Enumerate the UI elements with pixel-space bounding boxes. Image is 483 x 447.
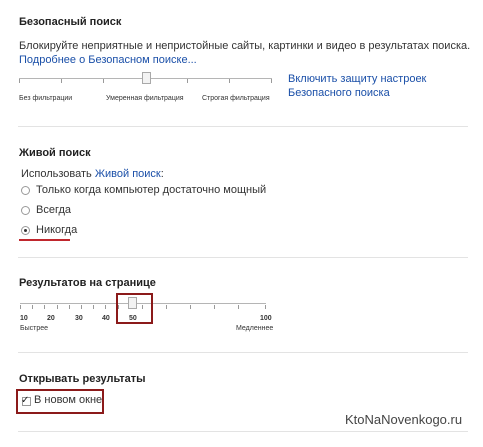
slider-tick (69, 305, 70, 309)
slider-tick (32, 305, 33, 309)
slider-tick (105, 305, 106, 309)
new-window-label[interactable]: В новом окне (34, 394, 102, 406)
divider (18, 431, 468, 432)
slider-tick (81, 305, 82, 309)
slider-tick (190, 305, 191, 309)
slider-tick (166, 305, 167, 309)
radio-never[interactable] (21, 226, 30, 235)
highlight-underline (19, 239, 70, 241)
slider-tick (229, 79, 230, 83)
slider-tick (19, 79, 20, 83)
value-20: 20 (47, 315, 55, 322)
results-per-page-heading: Результатов на странице (19, 277, 156, 289)
safe-search-more-link[interactable]: Подробнее о Безопасном поиске... (19, 54, 197, 66)
radio-label-never[interactable]: Никогда (36, 224, 77, 236)
level-label-none: Без фильтрации (19, 95, 73, 102)
slider-tick (187, 79, 188, 83)
slider-tick (61, 79, 62, 83)
lock-settings-link-line2[interactable]: Безопасного поиска (288, 87, 390, 99)
slider-tick (44, 305, 45, 309)
safe-search-heading: Безопасный поиск (19, 16, 122, 28)
slider-tick (214, 305, 215, 309)
slider-tick (238, 305, 239, 309)
watermark: KtoNaNovenkogo.ru (345, 412, 463, 427)
safe-search-description: Блокируйте неприятные и непристойные сай… (19, 40, 471, 52)
instant-use-line: Использовать Живой поиск: (21, 168, 164, 180)
slider-tick (20, 305, 21, 309)
value-50: 50 (129, 315, 137, 322)
fast-label: Быстрее (20, 325, 49, 332)
divider (18, 257, 468, 258)
slow-label: Медленнее (236, 325, 274, 332)
value-40: 40 (102, 315, 110, 322)
safe-search-slider[interactable] (19, 70, 275, 90)
slider-tick (93, 305, 94, 309)
slider-tick (57, 305, 58, 309)
divider (18, 126, 468, 127)
checkmark-icon: ✓ (21, 395, 30, 406)
slider-thumb[interactable] (142, 72, 151, 84)
radio-always[interactable] (21, 206, 30, 215)
slider-tick (265, 305, 266, 309)
radio-label-always[interactable]: Всегда (36, 204, 71, 216)
radio-only-powerful[interactable] (21, 186, 30, 195)
slider-tick (103, 79, 104, 83)
open-results-heading: Открывать результаты (19, 373, 146, 385)
slider-tick (271, 79, 272, 83)
divider (18, 352, 468, 353)
instant-use-prefix: Использовать (21, 168, 92, 180)
value-10: 10 (20, 315, 28, 322)
level-label-moderate: Умеренная фильтрация (106, 95, 184, 102)
level-label-strict: Строгая фильтрация (202, 95, 270, 102)
value-100: 100 (260, 315, 272, 322)
value-30: 30 (75, 315, 83, 322)
radio-label-only-powerful[interactable]: Только когда компьютер достаточно мощный (36, 184, 266, 196)
instant-use-suffix: : (160, 168, 164, 180)
lock-settings-link[interactable]: Включить защиту настроек (288, 73, 426, 85)
instant-search-heading: Живой поиск (19, 147, 91, 159)
instant-search-link[interactable]: Живой поиск (95, 168, 161, 180)
